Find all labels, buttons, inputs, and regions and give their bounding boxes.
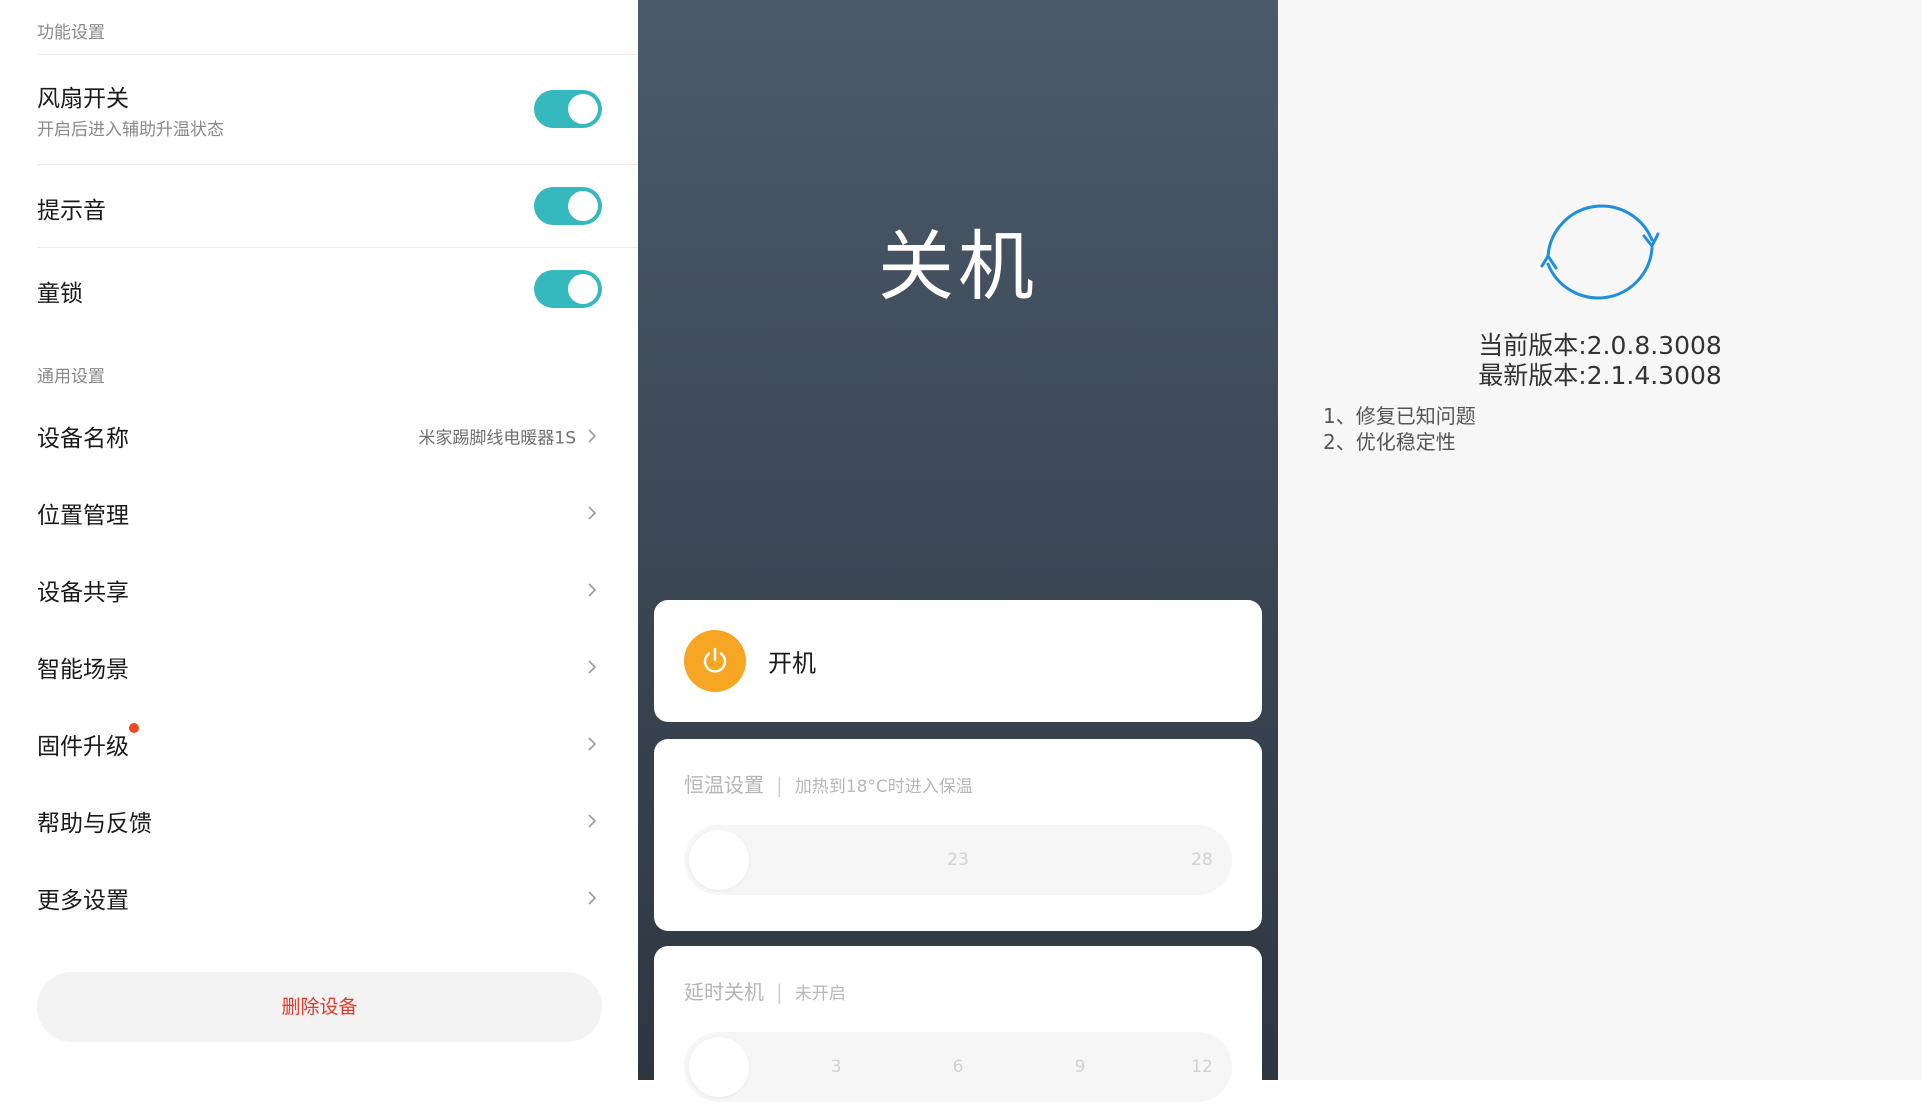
fan-switch-subtitle: 开启后进入辅助升温状态: [37, 120, 224, 140]
update-badge: [129, 723, 139, 733]
timer-desc: 未开启: [794, 984, 846, 1004]
toggle-knob: [568, 191, 598, 221]
timer-tick: 12: [1191, 1057, 1213, 1077]
fan-switch-title: 风扇开关: [37, 86, 129, 112]
section-title-general: 通用设置: [37, 367, 105, 387]
latest-version: 最新版本:2.1.4.3008: [1478, 361, 1722, 390]
fan-switch-toggle[interactable]: [534, 90, 602, 128]
device-name-value: 米家踢脚线电暖器1S: [418, 428, 576, 449]
smart-scenes-row[interactable]: 智能场景: [37, 637, 602, 697]
header-separator: |: [776, 773, 783, 797]
sound-row: 提示音: [37, 165, 602, 247]
chevron-right-icon: [588, 737, 597, 751]
chevron-right-icon: [588, 891, 597, 905]
firmware-upgrade-label: 固件升级: [37, 723, 139, 761]
child-lock-title: 童锁: [37, 281, 83, 307]
device-name-row[interactable]: 设备名称 米家踢脚线电暖器1S: [37, 406, 602, 466]
power-label: 开机: [768, 649, 816, 678]
timer-card: 延时关机 | 未开启 3 6 9 12: [654, 946, 1262, 1106]
power-card[interactable]: 开机: [654, 600, 1262, 722]
thermostat-title: 恒温设置: [684, 773, 764, 797]
toggle-knob: [568, 94, 598, 124]
child-lock-toggle[interactable]: [534, 270, 602, 308]
timer-title: 延时关机: [684, 980, 764, 1004]
sound-toggle[interactable]: [534, 187, 602, 225]
smart-scenes-label: 智能场景: [37, 657, 129, 683]
device-sharing-label: 设备共享: [37, 580, 129, 606]
thermostat-card: 恒温设置 | 加热到18°C时进入保温 23 28: [654, 739, 1262, 931]
thermostat-slider[interactable]: 23 28: [684, 825, 1232, 895]
device-status: 关机: [878, 222, 1038, 311]
release-note: 2、优化稳定性: [1323, 430, 1456, 454]
child-lock-row: 童锁: [37, 248, 602, 330]
delete-device-button[interactable]: 删除设备: [37, 972, 602, 1042]
refresh-icon: [1540, 204, 1660, 300]
sound-title: 提示音: [37, 198, 106, 224]
device-sharing-row[interactable]: 设备共享: [37, 560, 602, 620]
location-management-row[interactable]: 位置管理: [37, 483, 602, 543]
timer-slider-handle[interactable]: [689, 1037, 749, 1097]
more-settings-label: 更多设置: [37, 888, 129, 914]
timer-tick: 9: [1074, 1057, 1086, 1077]
power-button[interactable]: [684, 630, 746, 692]
chevron-right-icon: [588, 583, 597, 597]
timer-tick: 6: [952, 1057, 964, 1077]
chevron-right-icon: [588, 660, 597, 674]
timer-slider[interactable]: 3 6 9 12: [684, 1032, 1232, 1102]
timer-tick: 3: [830, 1057, 842, 1077]
thermostat-slider-handle[interactable]: [689, 830, 749, 890]
firmware-upgrade-text: 固件升级: [37, 734, 129, 760]
section-title-function: 功能设置: [37, 23, 105, 43]
toggle-knob: [568, 274, 598, 304]
release-note: 1、修复已知问题: [1323, 404, 1476, 428]
help-feedback-row[interactable]: 帮助与反馈: [37, 791, 602, 851]
firmware-upgrade-row[interactable]: 固件升级: [37, 714, 602, 774]
thermostat-desc: 加热到18°C时进入保温: [794, 777, 973, 797]
device-name-label: 设备名称: [37, 426, 129, 452]
more-settings-row[interactable]: 更多设置: [37, 868, 602, 928]
chevron-right-icon: [588, 814, 597, 828]
thermostat-tick: 23: [947, 850, 969, 870]
location-management-label: 位置管理: [37, 503, 129, 529]
control-panel: 关机 开机 恒温设置 | 加热到18°C时进入保温 23 28 延时关机 | 未开启 3…: [638, 0, 1278, 1106]
timer-header: 延时关机 | 未开启: [684, 976, 846, 1005]
settings-panel: 功能设置 风扇开关 开启后进入辅助升温状态 提示音 童锁 通用设置 设备名称 米…: [0, 0, 638, 1080]
header-separator: |: [776, 980, 783, 1004]
firmware-panel: 当前版本:2.0.8.3008 最新版本:2.1.4.3008 1、修复已知问题…: [1278, 0, 1922, 1080]
chevron-right-icon: [588, 429, 597, 443]
fan-switch-row: 风扇开关 开启后进入辅助升温状态: [37, 55, 602, 163]
power-icon: [703, 647, 727, 673]
thermostat-header: 恒温设置 | 加热到18°C时进入保温: [684, 769, 973, 798]
help-feedback-label: 帮助与反馈: [37, 811, 152, 837]
chevron-right-icon: [588, 506, 597, 520]
thermostat-tick: 28: [1191, 850, 1213, 870]
